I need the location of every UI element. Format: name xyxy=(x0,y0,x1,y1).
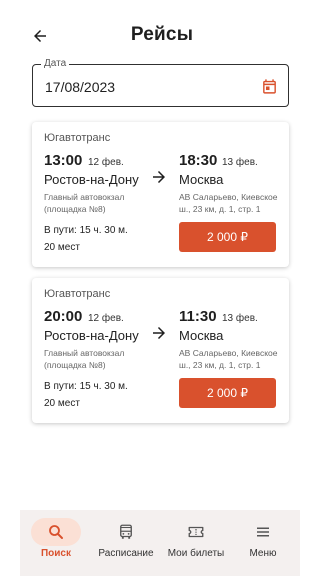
trip-card[interactable]: Югавтотранс 13:00 12 фев. Ростов-на-Дону… xyxy=(32,122,289,267)
trip-duration: В пути: 15 ч. 30 м. xyxy=(44,381,128,392)
calendar-icon[interactable] xyxy=(261,78,278,95)
nav-item-search[interactable]: Поиск xyxy=(21,510,91,576)
arrival-time: 18:30 xyxy=(179,152,218,169)
date-field-label: Дата xyxy=(41,58,70,69)
arrow-right-icon xyxy=(153,171,165,183)
seats-available: 20 мест xyxy=(44,398,80,409)
seats-available: 20 мест xyxy=(44,242,80,253)
departure-station: Главный автовокзал (площадка №8) xyxy=(44,192,125,214)
departure-date: 12 фев. xyxy=(88,313,124,324)
nav-item-schedule[interactable]: Расписание xyxy=(91,510,161,576)
departure-date: 12 фев. xyxy=(88,157,124,168)
departure-time: 13:00 xyxy=(44,152,83,169)
date-field[interactable]: Дата 17/08/2023 xyxy=(32,58,289,107)
page-title: Рейсы xyxy=(130,24,194,45)
nav-label-schedule: Расписание xyxy=(98,548,154,559)
nav-label-tickets: Мои билеты xyxy=(167,548,225,559)
nav-label-search: Поиск xyxy=(40,548,71,559)
nav-item-menu[interactable]: Меню xyxy=(228,510,298,576)
price-button[interactable]: 2 000 ₽ xyxy=(179,222,276,252)
price-button[interactable]: 2 000 ₽ xyxy=(179,378,276,408)
carrier-name: Югавтотранс xyxy=(44,288,111,300)
arrival-station: АВ Саларьево, Киевское ш., 23 км, д. 1, … xyxy=(179,348,278,370)
arrival-city: Москва xyxy=(179,172,224,187)
arrival-station: АВ Саларьево, Киевское ш., 23 км, д. 1, … xyxy=(179,192,278,214)
departure-time: 20:00 xyxy=(44,308,83,325)
carrier-name: Югавтотранс xyxy=(44,132,111,144)
nav-item-tickets[interactable]: Мои билеты xyxy=(161,510,231,576)
departure-city: Ростов-на-Дону xyxy=(44,328,139,343)
departure-city: Ростов-на-Дону xyxy=(44,172,139,187)
date-field-value[interactable]: 17/08/2023 xyxy=(45,79,115,95)
ticket-icon xyxy=(188,526,204,538)
arrival-city: Москва xyxy=(179,328,224,343)
departure-station: Главный автовокзал (площадка №8) xyxy=(44,348,125,370)
menu-icon xyxy=(257,527,269,537)
arrival-date: 13 фев. xyxy=(222,313,258,324)
arrival-date: 13 фев. xyxy=(222,157,258,168)
arrow-right-icon xyxy=(153,327,165,339)
trip-duration: В пути: 15 ч. 30 м. xyxy=(44,225,128,236)
bottom-navigation: Поиск Расписание Мои билеты Меню xyxy=(20,510,300,576)
trip-card[interactable]: Югавтотранс 20:00 12 фев. Ростов-на-Дону… xyxy=(32,278,289,423)
nav-search-indicator xyxy=(31,518,81,546)
search-icon xyxy=(49,525,63,539)
arrival-time: 11:30 xyxy=(179,308,217,325)
nav-label-menu: Меню xyxy=(249,548,277,559)
bus-icon xyxy=(120,524,132,539)
